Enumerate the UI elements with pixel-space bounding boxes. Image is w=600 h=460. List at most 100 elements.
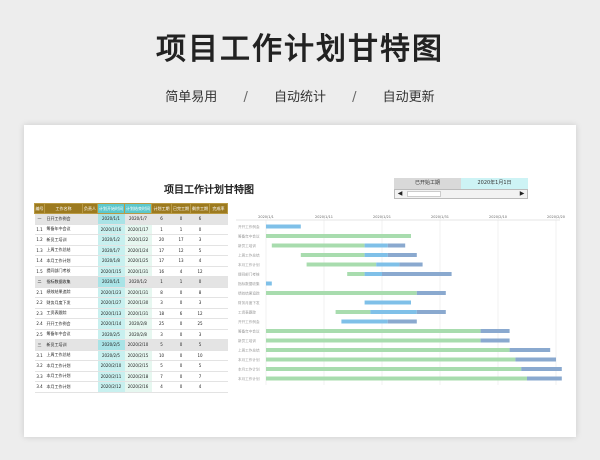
table-row[interactable]: 2.5 筹备年中会议 2020/2/5 2020/2/8 3 0 3 [34,329,228,340]
table-cell: 本月工作计划 [44,360,83,372]
gantt-bar [509,348,551,352]
table-cell: 0 [171,329,191,340]
current-date-cell[interactable]: 2020年1月1日 [461,178,528,189]
table-cell: 5 [190,245,210,256]
table-cell [82,381,98,393]
y-category-label: 本月工作计划 [238,367,260,372]
table-cell: 2020/1/31 [124,266,152,277]
table-row[interactable]: 3.4 本月工作计划 2020/2/12 2020/2/16 4 0 4 [34,381,228,393]
y-category-label: 提同部门考核 [238,272,260,277]
scroll-right-icon[interactable]: ▶ [517,190,527,198]
table-cell [209,255,228,267]
table-row[interactable]: 3.3 本月工作计划 2020/2/11 2020/2/18 7 0 7 [34,371,228,382]
table-cell: 3 [151,329,172,340]
table-cell: 2.3 [34,308,45,319]
table-cell: 0 [171,350,191,361]
table-row[interactable]: 3.2 本月工作计划 2020/2/10 2020/2/15 5 0 5 [34,360,228,372]
table-cell: 日开工作例会 [44,213,83,225]
table-cell [209,287,228,298]
table-cell: 0 [190,224,210,235]
table-cell: 12 [190,308,210,319]
table-row[interactable]: 2.3 工资表跟踪 2020/1/13 2020/1/31 18 6 12 [34,308,228,319]
table-cell: 17 [151,255,172,267]
table-cell [209,234,228,246]
table-cell: 三 [34,339,45,351]
table-cell: 0 [171,297,191,309]
gantt-chart: 2020/1/1 2020/1/11 2020/1/21 2020/1/31 2020/… [236,215,565,385]
table-row[interactable]: 二指标数据收集 2020/1/1 2020/1/2 1 1 0 [34,276,228,288]
table-row[interactable]: 1.2 新员工培训 2020/1/2 2020/1/22 20 17 3 [34,234,228,246]
y-category-label: 本月工作计划 [238,262,260,267]
table-cell: 本月工作计划 [44,255,83,267]
gantt-bar [399,262,423,267]
table-cell: 3.1 [34,350,45,361]
y-category-label: 绩效结果追踪 [238,291,260,296]
table-cell: 2020/2/5 [97,350,125,361]
table-row[interactable]: 1.1 筹备年中会议 2020/1/16 2020/1/17 1 1 0 [34,224,228,235]
table-row[interactable]: 3.1 上周工作总结 2020/2/5 2020/2/15 10 0 10 [34,350,228,361]
table-cell [82,234,98,246]
table-cell [82,371,98,382]
table-cell: 1 [171,276,191,288]
date-scrollbar[interactable]: ◀ ▶ [394,189,528,199]
table-cell: 2020/1/31 [124,287,152,298]
table-cell: 2020/1/17 [124,224,152,235]
table-cell [82,255,98,267]
table-row[interactable]: 2.2 财务月度下发 2020/1/27 2020/1/30 3 0 3 [34,297,228,309]
gantt-bar [387,253,417,257]
table-row[interactable]: 三新员工培训 2020/2/5 2020/2/10 5 0 5 [34,339,228,351]
table-row[interactable]: 1.5 提同部门考核 2020/1/15 2020/1/31 16 4 12 [34,266,228,277]
gantt-bar [370,310,417,314]
table-cell: 绩效结果追踪 [44,287,83,298]
scroll-thumb[interactable] [407,191,441,197]
table-cell: 2020/2/15 [124,360,152,372]
table-cell: 1.5 [34,266,45,277]
y-category-label: 本月工作计划 [238,376,260,381]
spreadsheet-preview: 项目工作计划甘特图 已开始工期 2020年1月1日 ◀ ▶ 编号 工作名称 负责人计… [24,125,576,437]
table-cell [82,287,98,298]
y-category-label: 新员工培训 [238,338,256,343]
scroll-left-icon[interactable]: ◀ [395,190,405,198]
table-row[interactable]: 2.1 绩效结果追踪 2020/1/23 2020/1/31 8 0 8 [34,287,228,298]
table-cell: 筹备年中会议 [44,329,83,340]
table-cell: 17 [151,245,172,256]
table-body: 一日开工作例会 2020/1/1 2020/1/7 6 0 6 1.1 筹备年中会议 2020/… [34,213,228,393]
table-cell [82,245,98,256]
table-cell: 2020/1/30 [124,297,152,309]
table-cell: 2.2 [34,297,45,309]
table-row[interactable]: 1.3 上周工作总结 2020/1/7 2020/1/24 17 12 5 [34,245,228,256]
y-category-label: 开开工作例会 [238,224,260,229]
table-cell: 2020/1/24 [124,245,152,256]
table-cell: 2020/1/27 [97,297,125,309]
feature-stats: 自动统计 [273,90,326,105]
table-cell: 本月工作计划 [44,381,83,393]
table-cell: 13 [171,255,191,267]
table-row[interactable]: 2.4 开开工作例会 2020/1/14 2020/2/8 25 0 25 [34,318,228,330]
table-row[interactable]: 一日开工作例会 2020/1/1 2020/1/7 6 0 6 [34,213,228,225]
table-cell: 2020/1/13 [97,308,125,319]
table-row[interactable]: 1.4 本月工作计划 2020/1/8 2020/1/25 17 13 4 [34,255,228,267]
table-cell: 2020/2/8 [124,318,152,330]
table-cell: 1 [171,224,191,235]
column-header: 计划开始时间 [97,203,125,214]
gantt-bar [521,367,562,371]
table-cell: 1.2 [34,234,45,246]
table-cell: 2020/2/15 [124,350,152,361]
table-cell [209,213,228,225]
table-cell [82,350,98,361]
table-cell: 财务月度下发 [44,297,83,309]
gantt-bar [266,348,510,352]
gantt-bar [266,281,272,286]
table-cell: 2020/1/7 [124,213,152,225]
table-cell: 0 [171,287,191,298]
table-cell [209,371,228,382]
gantt-bar [480,329,510,333]
table-cell: 4 [190,255,210,267]
table-cell: 3 [190,297,210,309]
column-header: 编号 [34,203,45,214]
gantt-bar [416,310,446,314]
table-cell: 6 [151,213,172,225]
table-cell: 上周工作总结 [44,350,83,361]
table-cell [209,329,228,340]
table-cell [82,266,98,277]
